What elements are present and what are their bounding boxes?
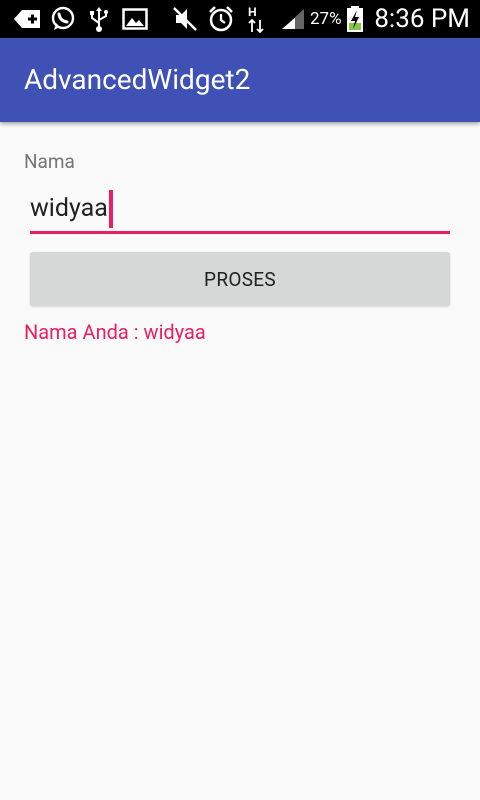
signal-icon	[280, 0, 306, 38]
add-icon	[14, 0, 42, 38]
image-icon	[122, 0, 148, 38]
alarm-icon	[207, 0, 235, 38]
result-text: Nama Anda : widyaa	[24, 320, 206, 344]
proses-button[interactable]: PROSES	[30, 252, 450, 306]
whatsapp-icon	[50, 0, 76, 38]
data-transfer-icon: H	[246, 0, 266, 38]
svg-text:H: H	[248, 5, 257, 19]
usb-icon	[88, 0, 110, 38]
nama-input[interactable]: widyaa	[30, 186, 450, 234]
nama-input-value[interactable]: widyaa	[30, 191, 108, 227]
clock: 8:36 PM	[374, 4, 470, 34]
mute-icon	[172, 0, 198, 38]
battery-charging-icon	[345, 0, 365, 38]
app-title: AdvancedWidget2	[24, 63, 251, 96]
input-underline	[30, 231, 450, 234]
status-bar: H 27% 8:36 PM	[0, 0, 480, 38]
text-cursor	[108, 190, 113, 228]
battery-percent: 27%	[310, 9, 342, 29]
nama-label: Nama	[24, 150, 75, 173]
app-bar: AdvancedWidget2	[0, 38, 480, 122]
